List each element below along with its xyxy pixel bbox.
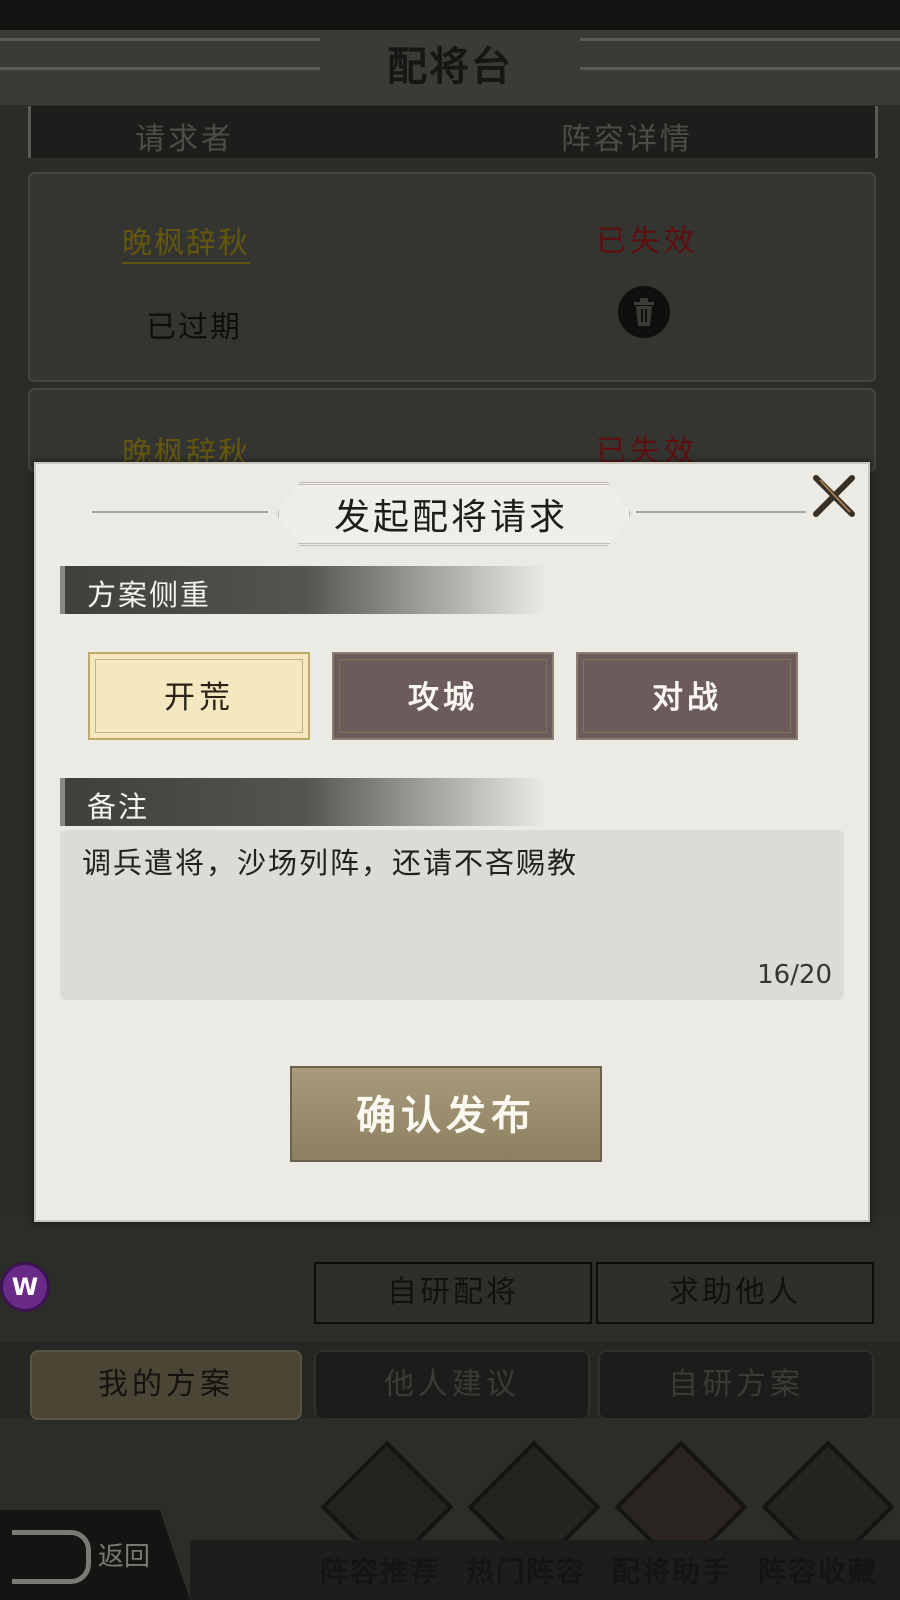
requester-name[interactable]: 晚枫辞秋 (122, 218, 250, 264)
request-state: 已失效 (596, 224, 698, 259)
nav-general-assistant[interactable]: 配将助手 (612, 1550, 732, 1590)
option-battle[interactable]: 对战 (576, 652, 798, 740)
column-header-details: 阵容详情 (561, 122, 693, 157)
page-title: 配将台 (387, 43, 513, 90)
confirm-publish-button[interactable]: 确认发布 (290, 1066, 602, 1162)
delete-button[interactable] (618, 286, 670, 338)
trash-icon (634, 298, 654, 326)
ask-help-button[interactable]: 求助他人 (596, 1262, 874, 1324)
option-pioneer[interactable]: 开荒 (88, 652, 310, 740)
status-bar (0, 0, 900, 30)
note-section-header: 备注 (60, 778, 545, 826)
title-rule-right (636, 511, 806, 513)
focus-section-label: 方案侧重 (87, 578, 212, 612)
note-char-counter: 16/20 (757, 960, 832, 990)
dialog-title: 发起配将请求 (333, 497, 568, 538)
option-siege[interactable]: 攻城 (332, 652, 554, 740)
nav-lineup-favorites[interactable]: 阵容收藏 (758, 1550, 878, 1590)
column-header-requester: 请求者 (135, 122, 234, 157)
title-rule-left (92, 511, 268, 513)
back-icon (12, 1530, 91, 1584)
expired-label: 已过期 (146, 310, 242, 345)
nav-lineup-recommend[interactable]: 阵容推荐 (320, 1550, 440, 1590)
note-text: 调兵遣将，沙场列阵，还请不吝赐教 (82, 846, 579, 880)
tab-my-plans[interactable]: 我的方案 (30, 1350, 302, 1420)
tab-self-study-plans[interactable]: 自研方案 (598, 1350, 874, 1420)
tab-others-suggestions[interactable]: 他人建议 (314, 1350, 590, 1420)
focus-section-header: 方案侧重 (60, 566, 545, 614)
note-section-label: 备注 (87, 790, 150, 824)
nav-popular-lineup[interactable]: 热门阵容 (466, 1550, 586, 1590)
request-dialog: 发起配将请求 方案侧重 开荒 攻城 对战 备注 调兵遣将，沙场列阵，还请不吝赐教… (34, 462, 870, 1222)
self-study-button[interactable]: 自研配将 (314, 1262, 592, 1324)
table-header: 请求者 阵容详情 (28, 106, 878, 158)
close-icon[interactable] (810, 472, 858, 520)
request-card: 晚枫辞秋 已失效 已过期 (28, 172, 876, 382)
floating-w-badge[interactable]: W (0, 1262, 50, 1312)
back-label[interactable]: 返回 (98, 1536, 150, 1573)
request-card: 晚枫辞秋 已失效 (28, 388, 876, 472)
note-input[interactable]: 调兵遣将，沙场列阵，还请不吝赐教 16/20 (60, 830, 844, 1000)
